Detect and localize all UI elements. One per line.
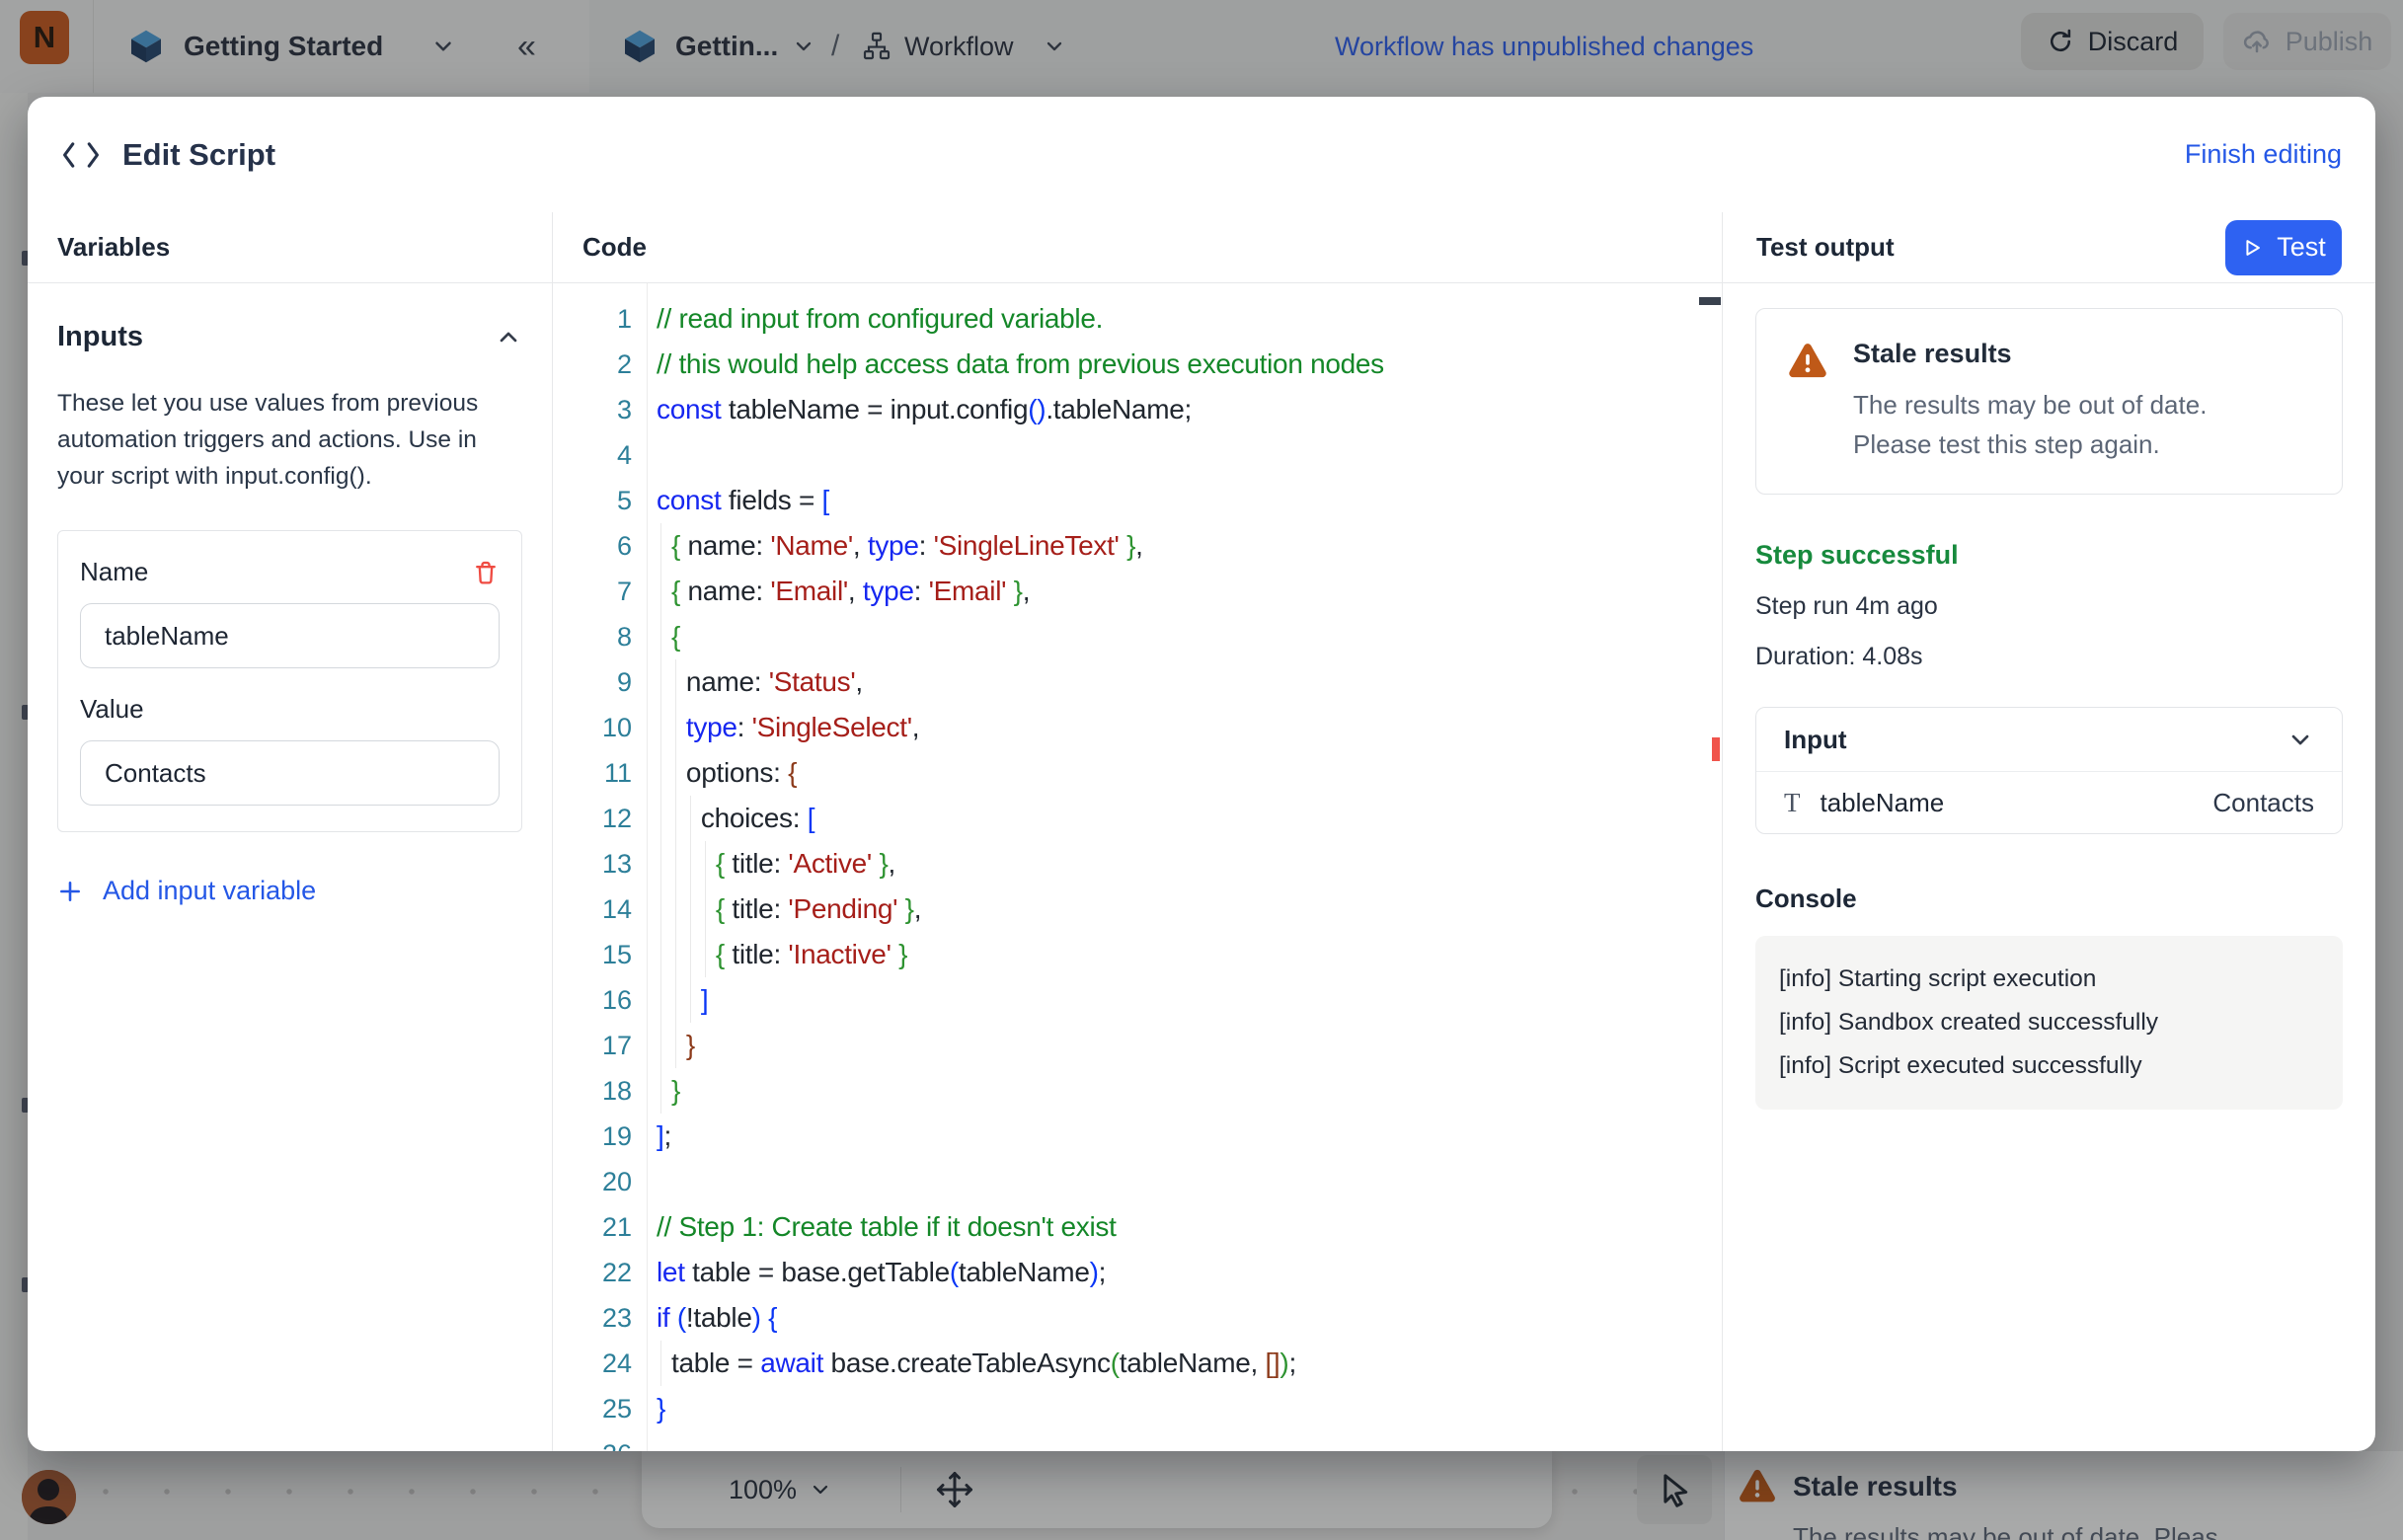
- code-title: Code: [582, 232, 647, 263]
- inputs-title: Inputs: [57, 321, 143, 353]
- code-line: 22let table = base.getTable(tableName);: [553, 1250, 1722, 1295]
- test-button-label: Test: [2277, 232, 2326, 263]
- code-panel: Code 1// read input from configured vari…: [553, 212, 1723, 1451]
- edit-script-modal: Edit Script Finish editing Variables Inp…: [28, 97, 2375, 1451]
- code-line: 2// this would help access data from pre…: [553, 342, 1722, 387]
- console-log-line: [info] Script executed successfully: [1779, 1044, 2319, 1088]
- variables-title: Variables: [57, 232, 170, 263]
- inputs-description: These let you use values from previous a…: [57, 385, 522, 495]
- code-line: 26: [553, 1431, 1722, 1451]
- test-button[interactable]: Test: [2225, 220, 2342, 275]
- code-line: 21// Step 1: Create table if it doesn't …: [553, 1204, 1722, 1250]
- stale-results-card: Stale results The results may be out of …: [1755, 308, 2343, 495]
- modal-columns: Variables Inputs These let you use value…: [28, 212, 2375, 1451]
- code-line: 8 {: [553, 614, 1722, 659]
- name-label: Name: [80, 557, 148, 587]
- input-card-header[interactable]: Input: [1756, 708, 2342, 772]
- chevron-down-icon[interactable]: [2287, 726, 2314, 753]
- code-line: 24 table = await base.createTableAsync(t…: [553, 1341, 1722, 1386]
- modal-title: Edit Script: [122, 137, 275, 173]
- text-type-icon: T: [1784, 788, 1801, 818]
- code-line: 13 { title: 'Active' },: [553, 841, 1722, 886]
- test-output-panel: Test output Test Stale resul: [1723, 212, 2375, 1451]
- step-run-time: Step run 4m ago: [1755, 592, 2343, 621]
- code-line: 7 { name: 'Email', type: 'Email' },: [553, 569, 1722, 614]
- console-log-line: [info] Starting script execution: [1779, 958, 2319, 1001]
- code-brackets-icon: [61, 140, 101, 170]
- finish-editing-link[interactable]: Finish editing: [2185, 97, 2342, 212]
- input-variable-name: tableName: [1821, 788, 1945, 818]
- console-log-line: [info] Sandbox created successfully: [1779, 1001, 2319, 1044]
- add-input-variable-label: Add input variable: [103, 876, 316, 906]
- variable-name-input[interactable]: [80, 603, 500, 668]
- code-line: 18 }: [553, 1068, 1722, 1114]
- code-line: 14 { title: 'Pending' },: [553, 886, 1722, 932]
- screen: N Getting Started « Gettin... / Workflow: [0, 0, 2403, 1540]
- code-editor[interactable]: 1// read input from configured variable.…: [553, 283, 1722, 1451]
- input-variable-card: Name Value: [57, 530, 522, 832]
- modal-header: Edit Script Finish editing: [28, 97, 2375, 212]
- code-line: 20: [553, 1159, 1722, 1204]
- value-label: Value: [80, 694, 500, 725]
- console-title: Console: [1755, 884, 2343, 914]
- modified-line-marker: [1712, 737, 1720, 761]
- step-duration: Duration: 4.08s: [1755, 643, 2343, 671]
- input-card-title: Input: [1784, 725, 1847, 755]
- code-line: 16 ]: [553, 977, 1722, 1023]
- code-line: 3const tableName = input.config().tableN…: [553, 387, 1722, 432]
- stale-results-title: Stale results: [1853, 339, 2207, 369]
- variable-value-input[interactable]: [80, 740, 500, 806]
- input-variable-row: T tableName Contacts: [1756, 772, 2342, 833]
- step-status: Step successful: [1755, 540, 2343, 571]
- code-line: 23if (!table) {: [553, 1295, 1722, 1341]
- scrollbar-marker: [1699, 297, 1721, 305]
- code-line: 17 }: [553, 1023, 1722, 1068]
- variables-panel: Variables Inputs These let you use value…: [28, 212, 553, 1451]
- play-icon: [2241, 237, 2263, 259]
- code-line: 11 options: {: [553, 750, 1722, 796]
- code-line: 19];: [553, 1114, 1722, 1159]
- input-variable-value: Contacts: [2212, 788, 2314, 818]
- plus-icon: [57, 879, 83, 904]
- input-card: Input T tableName Contacts: [1755, 707, 2343, 834]
- stale-results-body: The results may be out of date.Please te…: [1853, 385, 2207, 464]
- code-line: 4: [553, 432, 1722, 478]
- inputs-section-header[interactable]: Inputs: [57, 321, 522, 353]
- code-line: 10 type: 'SingleSelect',: [553, 705, 1722, 750]
- add-input-variable-button[interactable]: Add input variable: [57, 876, 522, 906]
- chevron-up-icon[interactable]: [495, 324, 522, 351]
- code-line: 15 { title: 'Inactive' }: [553, 932, 1722, 977]
- code-line: 9 name: 'Status',: [553, 659, 1722, 705]
- console-output: [info] Starting script execution [info] …: [1755, 936, 2343, 1110]
- code-line: 1// read input from configured variable.: [553, 296, 1722, 342]
- code-line: 5const fields = [: [553, 478, 1722, 523]
- test-output-title: Test output: [1756, 232, 1895, 263]
- code-lines: 1// read input from configured variable.…: [553, 296, 1722, 1451]
- code-line: 25}: [553, 1386, 1722, 1431]
- warning-icon: [1784, 339, 1831, 464]
- code-line: 12 choices: [: [553, 796, 1722, 841]
- code-line: 6 { name: 'Name', type: 'SingleLineText'…: [553, 523, 1722, 569]
- delete-variable-trash-icon[interactable]: [472, 558, 500, 587]
